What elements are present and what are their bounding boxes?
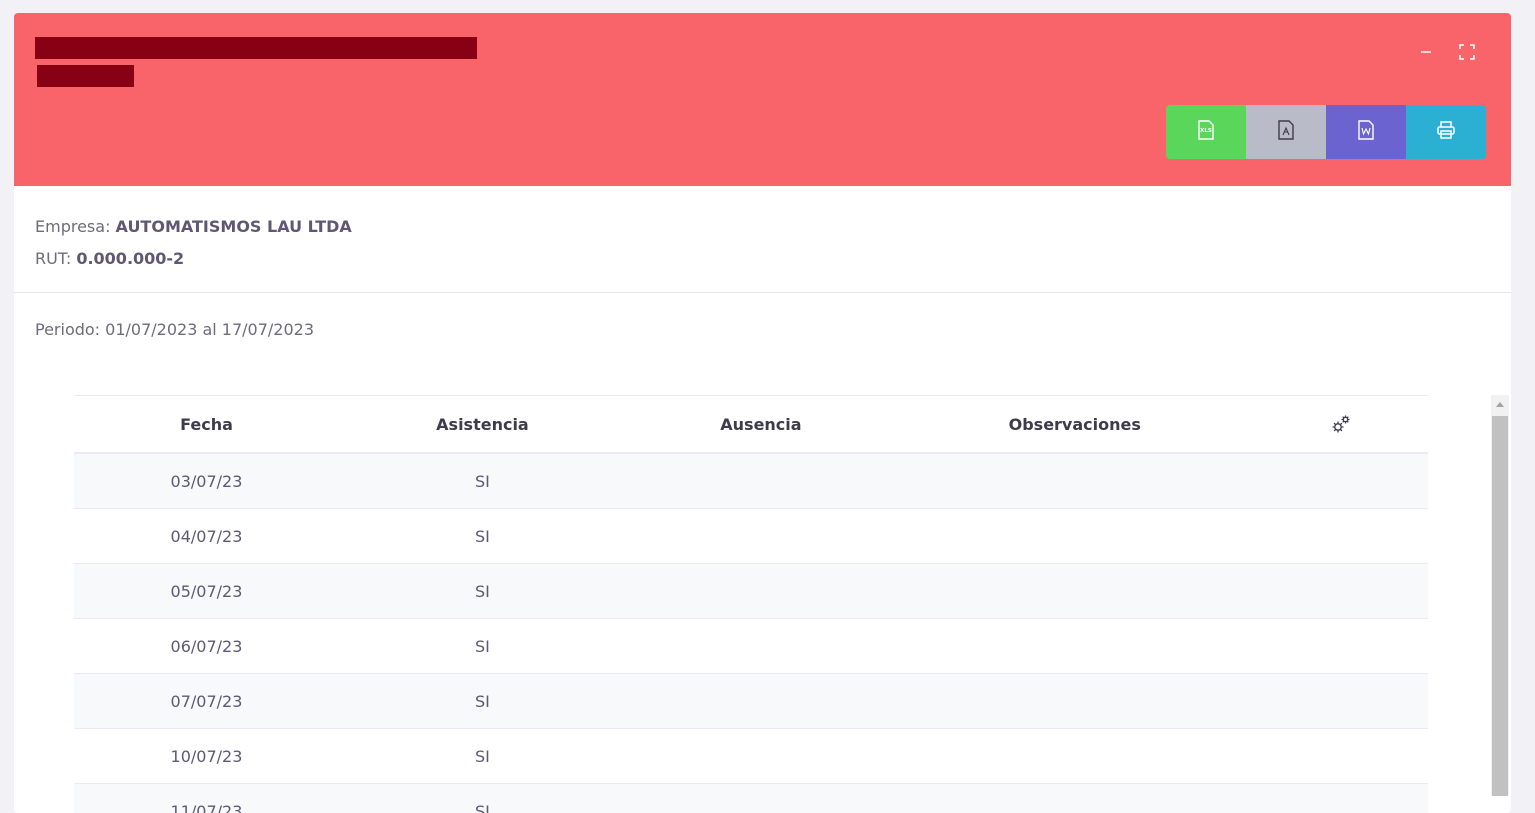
cell-asistencia: SI [339, 674, 626, 729]
export-word-button[interactable] [1326, 105, 1406, 159]
print-button[interactable] [1406, 105, 1486, 159]
company-rut-line: RUT: 0.000.000-2 [35, 243, 352, 275]
cell-fecha: 04/07/23 [74, 509, 339, 564]
column-header-fecha[interactable]: Fecha [74, 396, 339, 454]
table-row: 06/07/23 SI [74, 619, 1428, 674]
attendance-table-container: Fecha Asistencia Ausencia Observaciones [74, 395, 1428, 813]
company-name-line: Empresa: AUTOMATISMOS LAU LTDA [35, 211, 352, 243]
expand-icon[interactable] [1458, 43, 1476, 61]
table-row: 05/07/23 SI [74, 564, 1428, 619]
column-header-observaciones[interactable]: Observaciones [896, 396, 1254, 454]
cell-asistencia: SI [339, 784, 626, 813]
cell-asistencia: SI [339, 564, 626, 619]
divider [14, 292, 1511, 293]
table-row: 07/07/23 SI [74, 674, 1428, 729]
cell-asistencia: SI [339, 509, 626, 564]
period-label: Periodo: 01/07/2023 al 17/07/2023 [35, 318, 314, 342]
xls-file-icon: XLS [1197, 120, 1215, 144]
company-info: Empresa: AUTOMATISMOS LAU LTDA RUT: 0.00… [35, 211, 352, 275]
cell-ausencia [626, 729, 896, 784]
export-excel-button[interactable]: XLS [1166, 105, 1246, 159]
export-button-group: XLS [1166, 105, 1486, 159]
cell-fecha: 05/07/23 [74, 564, 339, 619]
cell-actions [1254, 619, 1428, 674]
cell-observaciones [896, 619, 1254, 674]
cell-asistencia: SI [339, 619, 626, 674]
printer-icon [1436, 120, 1456, 144]
cell-actions [1254, 729, 1428, 784]
cell-ausencia [626, 784, 896, 813]
cell-observaciones [896, 784, 1254, 813]
cell-fecha: 06/07/23 [74, 619, 339, 674]
cell-actions [1254, 674, 1428, 729]
cell-observaciones [896, 729, 1254, 784]
table-row: 10/07/23 SI [74, 729, 1428, 784]
cell-ausencia [626, 509, 896, 564]
table-header-row: Fecha Asistencia Ausencia Observaciones [74, 396, 1428, 454]
redacted-title [35, 37, 477, 59]
empresa-label: Empresa: [35, 217, 110, 236]
column-header-settings [1254, 396, 1428, 454]
column-header-ausencia[interactable]: Ausencia [626, 396, 896, 454]
cell-ausencia [626, 674, 896, 729]
cell-ausencia [626, 453, 896, 509]
column-header-asistencia[interactable]: Asistencia [339, 396, 626, 454]
cell-observaciones [896, 564, 1254, 619]
attendance-table: Fecha Asistencia Ausencia Observaciones [74, 395, 1428, 813]
cell-actions [1254, 564, 1428, 619]
cell-observaciones [896, 674, 1254, 729]
rut-value: 0.000.000-2 [76, 249, 184, 268]
cell-actions [1254, 509, 1428, 564]
cell-observaciones [896, 509, 1254, 564]
scroll-up-arrow-icon[interactable] [1491, 395, 1509, 413]
export-pdf-button[interactable] [1246, 105, 1326, 159]
redacted-subtitle [37, 65, 134, 87]
card-header: XLS [14, 13, 1511, 186]
cell-fecha: 11/07/23 [74, 784, 339, 813]
cell-observaciones [896, 453, 1254, 509]
svg-text:XLS: XLS [1200, 128, 1212, 134]
cell-asistencia: SI [339, 729, 626, 784]
cell-ausencia [626, 564, 896, 619]
table-row: 04/07/23 SI [74, 509, 1428, 564]
rut-label: RUT: [35, 249, 71, 268]
gears-icon[interactable] [1330, 417, 1352, 436]
cell-ausencia [626, 619, 896, 674]
cell-actions [1254, 784, 1428, 813]
vertical-scrollbar[interactable] [1491, 395, 1509, 795]
minimize-icon[interactable] [1417, 43, 1435, 61]
cell-fecha: 07/07/23 [74, 674, 339, 729]
cell-fecha: 10/07/23 [74, 729, 339, 784]
pdf-file-icon [1277, 120, 1295, 144]
cell-fecha: 03/07/23 [74, 453, 339, 509]
cell-actions [1254, 453, 1428, 509]
table-row: 03/07/23 SI [74, 453, 1428, 509]
table-row: 11/07/23 SI [74, 784, 1428, 813]
report-card: XLS [14, 13, 1511, 813]
cell-asistencia: SI [339, 453, 626, 509]
scrollbar-thumb[interactable] [1492, 416, 1508, 796]
word-file-icon [1357, 120, 1375, 144]
empresa-value: AUTOMATISMOS LAU LTDA [116, 217, 352, 236]
